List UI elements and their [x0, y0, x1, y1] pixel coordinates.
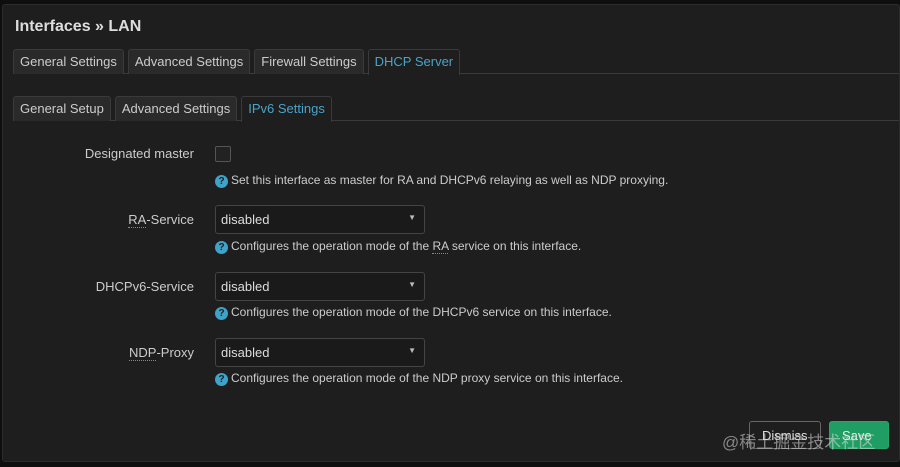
tab-general-settings[interactable]: General Settings: [13, 49, 124, 74]
designated-master-label: Designated master: [84, 146, 194, 161]
ndp-proxy-select[interactable]: disabled ▼: [215, 338, 425, 367]
help-text: Configures the operation mode of the: [231, 239, 433, 253]
help-icon: ?: [215, 175, 228, 188]
help-icon: ?: [215, 307, 228, 320]
ra-abbr: RA: [128, 212, 147, 228]
help-icon: ?: [215, 373, 228, 386]
label-rest: -Service: [146, 212, 194, 227]
designated-master-help: ? Set this interface as master for RA and…: [215, 173, 668, 188]
ra-service-help: ? Configures the operation mode of the RA…: [215, 239, 581, 254]
ndp-proxy-help: ? Configures the operation mode of the ND…: [215, 371, 623, 386]
help-text: Configures the operation mode of the DHC…: [231, 305, 612, 319]
dhcpv6-service-select[interactable]: disabled ▼: [215, 272, 425, 301]
main-tabs: General Settings Advanced Settings Firew…: [13, 49, 899, 75]
dismiss-button[interactable]: Dismiss: [749, 421, 821, 449]
modal: Interfaces » LAN General Settings Advanc…: [2, 4, 900, 462]
help-text: Set this interface as master for RA and …: [231, 173, 669, 187]
ra-service-label: RA-Service: [128, 212, 194, 228]
dhcpv6-service-help: ? Configures the operation mode of the DH…: [215, 305, 612, 320]
tab-firewall-settings[interactable]: Firewall Settings: [254, 49, 364, 74]
label-rest: -Proxy: [156, 345, 194, 360]
save-button[interactable]: Save: [829, 421, 889, 449]
dhcpv6-service-label: DHCPv6-Service: [95, 279, 194, 294]
ndp-proxy-label: NDP-Proxy: [128, 345, 194, 361]
caret-down-icon: ▼: [408, 280, 416, 289]
caret-down-icon: ▼: [408, 346, 416, 355]
subtab-general-setup[interactable]: General Setup: [13, 96, 111, 121]
ndp-abbr: NDP: [128, 345, 157, 361]
help-text: Configures the operation mode of the NDP…: [231, 371, 623, 385]
ra-service-select[interactable]: disabled ▼: [215, 205, 425, 234]
designated-master-checkbox[interactable]: [215, 146, 231, 162]
caret-down-icon: ▼: [408, 213, 416, 222]
subtab-ipv6-settings[interactable]: IPv6 Settings: [241, 96, 332, 122]
tab-advanced-settings[interactable]: Advanced Settings: [127, 49, 251, 74]
tab-dhcp-server[interactable]: DHCP Server: [367, 49, 461, 75]
ra-abbr: RA: [432, 239, 449, 254]
sub-tabs: General Setup Advanced Settings IPv6 Set…: [13, 96, 899, 122]
select-value: disabled: [221, 345, 270, 360]
subtab-advanced-settings[interactable]: Advanced Settings: [114, 96, 238, 121]
select-value: disabled: [221, 212, 270, 227]
select-value: disabled: [221, 279, 270, 294]
help-icon: ?: [215, 241, 228, 254]
page-title: Interfaces » LAN: [15, 18, 142, 35]
help-text: service on this interface.: [448, 239, 582, 253]
